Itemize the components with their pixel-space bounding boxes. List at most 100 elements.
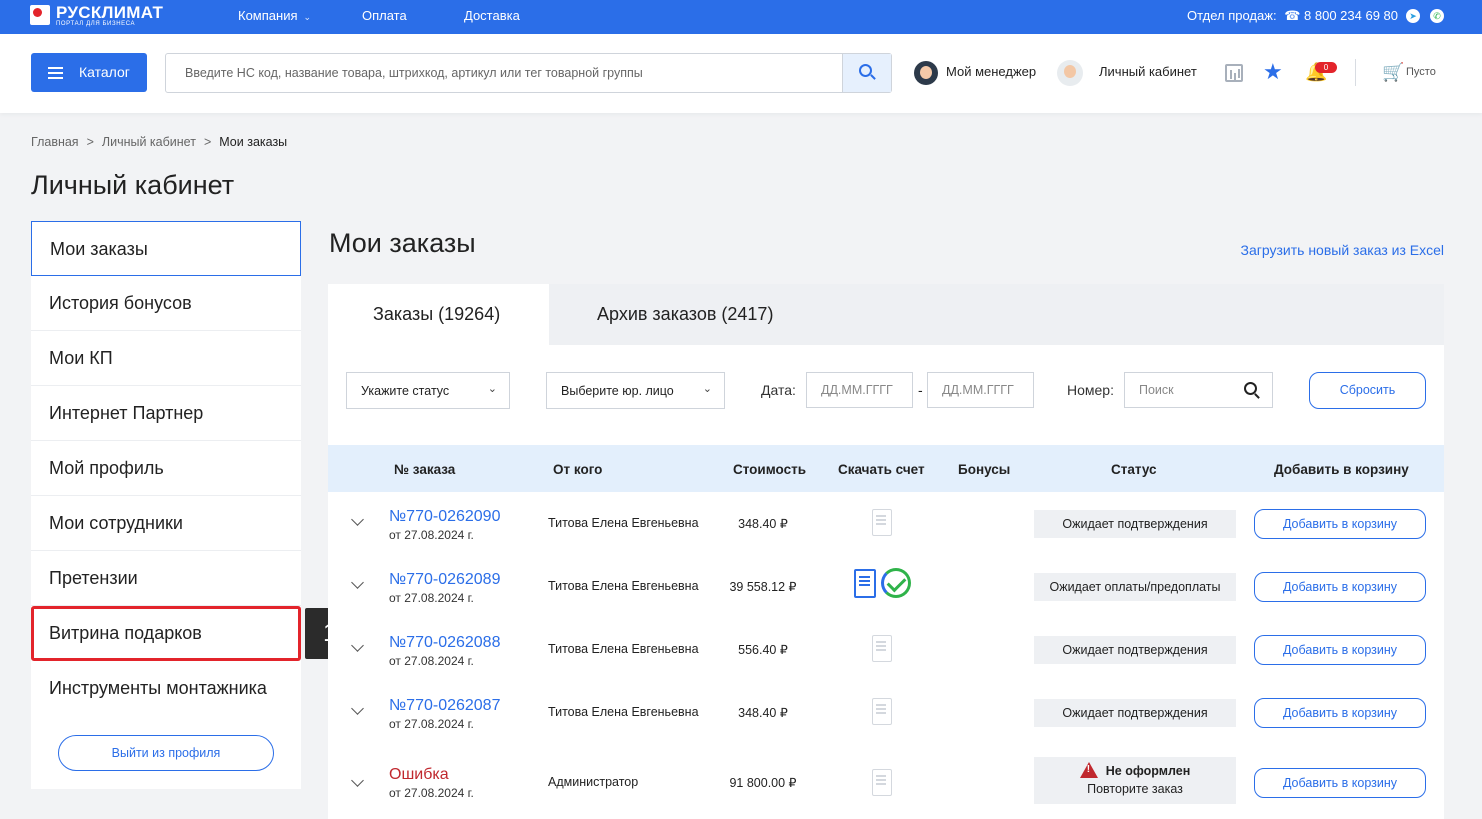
- nav-payment[interactable]: Оплата: [362, 8, 407, 23]
- status-badge: Не оформлен Повторите заказ: [1034, 757, 1236, 804]
- expand-chevron-icon[interactable]: [352, 641, 364, 653]
- cart-icon[interactable]: 🛒: [1382, 61, 1404, 83]
- invoice-document-icon: [872, 769, 892, 796]
- status-select[interactable]: Укажите статус ⌄: [346, 372, 510, 409]
- expand-chevron-icon[interactable]: [352, 776, 364, 788]
- order-date: от 27.08.2024 г.: [389, 786, 474, 800]
- manager-avatar[interactable]: [914, 61, 938, 85]
- excel-upload-link[interactable]: Загрузить новый заказ из Excel: [1241, 242, 1444, 258]
- user-avatar[interactable]: [1057, 60, 1083, 86]
- order-number-link[interactable]: №770-0262090: [389, 508, 500, 526]
- date-from-input[interactable]: ДД.ММ.ГГГГ: [806, 372, 913, 408]
- col-status[interactable]: Статус: [1111, 462, 1157, 477]
- add-to-cart-button[interactable]: Добавить в корзину: [1254, 698, 1426, 728]
- invoice-download-icon[interactable]: [854, 569, 876, 598]
- table-row: Ошибка от 27.08.2024 г. Администратор 91…: [328, 747, 1444, 819]
- order-number-link[interactable]: №770-0262087: [389, 697, 500, 715]
- sidebar-item-my-orders[interactable]: Мои заказы: [31, 221, 301, 276]
- phone-number[interactable]: 8 800 234 69 80: [1304, 8, 1398, 23]
- sidebar: Мои заказы История бонусов Мои КП Интерн…: [31, 221, 301, 789]
- payment-check-icon[interactable]: [881, 568, 911, 598]
- logo[interactable]: РУСКЛИМАТ ПОРТАЛ ДЛЯ БИЗНЕСА: [30, 4, 180, 30]
- sidebar-item-gift-showcase[interactable]: Витрина подарков: [31, 606, 301, 661]
- date-to-input[interactable]: ДД.ММ.ГГГГ: [927, 372, 1034, 408]
- order-date: от 27.08.2024 г.: [389, 654, 474, 668]
- orders-panel: Заказы (19264) Архив заказов (2417) Укаж…: [328, 284, 1444, 819]
- breadcrumb-separator: >: [86, 135, 94, 149]
- header: Каталог Введите НС код, название товара,…: [0, 34, 1482, 113]
- sidebar-item-claims[interactable]: Претензии: [31, 551, 301, 606]
- status-badge: Ожидает подтверждения: [1034, 636, 1236, 664]
- orders-title: Мои заказы: [329, 228, 476, 258]
- logout-button[interactable]: Выйти из профиля: [58, 735, 274, 771]
- sidebar-item-my-employees[interactable]: Мои сотрудники: [31, 496, 301, 551]
- catalog-button[interactable]: Каталог: [31, 53, 147, 92]
- telegram-icon[interactable]: ➤: [1406, 9, 1420, 23]
- sidebar-item-label: Интернет Партнер: [49, 403, 204, 423]
- sidebar-item-label: Инструменты монтажника: [49, 678, 267, 698]
- order-number-link[interactable]: №770-0262088: [389, 634, 500, 652]
- status-badge: Ожидает подтверждения: [1034, 510, 1236, 538]
- order-from: Титова Елена Евгеньевна: [548, 705, 699, 719]
- catalog-label: Каталог: [79, 64, 130, 80]
- sidebar-item-internet-partner[interactable]: Интернет Партнер: [31, 386, 301, 441]
- add-to-cart-button[interactable]: Добавить в корзину: [1254, 509, 1426, 539]
- col-cost[interactable]: Стоимость: [733, 462, 806, 477]
- chart-icon[interactable]: [1225, 64, 1243, 82]
- sidebar-item-installer-tools[interactable]: Инструменты монтажника: [31, 661, 301, 716]
- add-to-cart-button[interactable]: Добавить в корзину: [1254, 572, 1426, 602]
- sales-contact: Отдел продаж: ☎ 8 800 234 69 80: [1187, 8, 1398, 24]
- chevron-down-icon: ⌄: [702, 383, 712, 395]
- legal-entity-select-label: Выберите юр. лицо: [561, 384, 674, 398]
- add-to-cart-button[interactable]: Добавить в корзину: [1254, 768, 1426, 798]
- my-manager-link[interactable]: Мой менеджер: [946, 64, 1036, 79]
- expand-chevron-icon[interactable]: [352, 578, 364, 590]
- add-to-cart-button[interactable]: Добавить в корзину: [1254, 635, 1426, 665]
- nav-company[interactable]: Компания ⌄: [238, 8, 311, 23]
- table-row: №770-0262087 от 27.08.2024 г. Титова Еле…: [328, 681, 1444, 744]
- warning-icon: [1079, 762, 1098, 778]
- order-cost: 348.40 ₽: [738, 706, 788, 720]
- order-from: Титова Елена Евгеньевна: [548, 516, 699, 530]
- order-number-link[interactable]: №770-0262089: [389, 571, 500, 589]
- legal-entity-select[interactable]: Выберите юр. лицо ⌄: [546, 372, 725, 409]
- nav-company-label: Компания: [238, 8, 298, 23]
- reset-button[interactable]: Сбросить: [1309, 372, 1426, 409]
- status-text: Не оформлен: [1105, 764, 1191, 778]
- date-to-placeholder: ДД.ММ.ГГГГ: [942, 383, 1014, 397]
- personal-cabinet-link[interactable]: Личный кабинет: [1099, 64, 1197, 79]
- col-from[interactable]: От кого: [553, 462, 602, 477]
- cart-label[interactable]: Пусто: [1406, 66, 1436, 78]
- number-search-input[interactable]: Поиск: [1124, 372, 1273, 408]
- tab-archive[interactable]: Архив заказов (2417): [549, 284, 849, 345]
- tab-orders[interactable]: Заказы (19264): [328, 284, 549, 345]
- expand-chevron-icon[interactable]: [352, 704, 364, 716]
- chevron-down-icon: ⌄: [487, 383, 497, 395]
- search-input[interactable]: Введите НС код, название товара, штрихко…: [165, 53, 892, 93]
- invoice-document-icon: [872, 635, 892, 662]
- table-header: № заказа От кого Стоимость Скачать счет …: [328, 445, 1444, 492]
- menu-icon: [48, 67, 63, 69]
- breadcrumb-home[interactable]: Главная: [31, 135, 79, 149]
- sidebar-item-label: Мои сотрудники: [49, 513, 183, 533]
- table-row: №770-0262090 от 27.08.2024 г. Титова Еле…: [328, 492, 1444, 555]
- whatsapp-icon[interactable]: ✆: [1430, 9, 1444, 23]
- sidebar-item-my-kp[interactable]: Мои КП: [31, 331, 301, 386]
- nav-delivery[interactable]: Доставка: [464, 8, 520, 23]
- tab-label: Архив заказов (2417): [597, 304, 774, 324]
- col-download-invoice: Скачать счет: [838, 462, 925, 477]
- search-icon-handle: [1254, 393, 1260, 399]
- logo-subtitle: ПОРТАЛ ДЛЯ БИЗНЕСА: [56, 21, 136, 27]
- top-bar: РУСКЛИМАТ ПОРТАЛ ДЛЯ БИЗНЕСА Компания ⌄ О…: [0, 0, 1482, 34]
- status-badge: Ожидает подтверждения: [1034, 699, 1236, 727]
- sidebar-item-bonus-history[interactable]: История бонусов: [31, 276, 301, 331]
- logo-text: РУСКЛИМАТ: [56, 3, 164, 22]
- search-button[interactable]: [842, 54, 891, 92]
- table-row: №770-0262089 от 27.08.2024 г. Титова Еле…: [328, 555, 1444, 618]
- expand-chevron-icon[interactable]: [352, 515, 364, 527]
- breadcrumb-cabinet[interactable]: Личный кабинет: [102, 135, 196, 149]
- sidebar-item-my-profile[interactable]: Мой профиль: [31, 441, 301, 496]
- order-error-label[interactable]: Ошибка: [389, 766, 449, 784]
- star-icon[interactable]: ★: [1263, 60, 1283, 84]
- col-order-number[interactable]: № заказа: [394, 462, 455, 477]
